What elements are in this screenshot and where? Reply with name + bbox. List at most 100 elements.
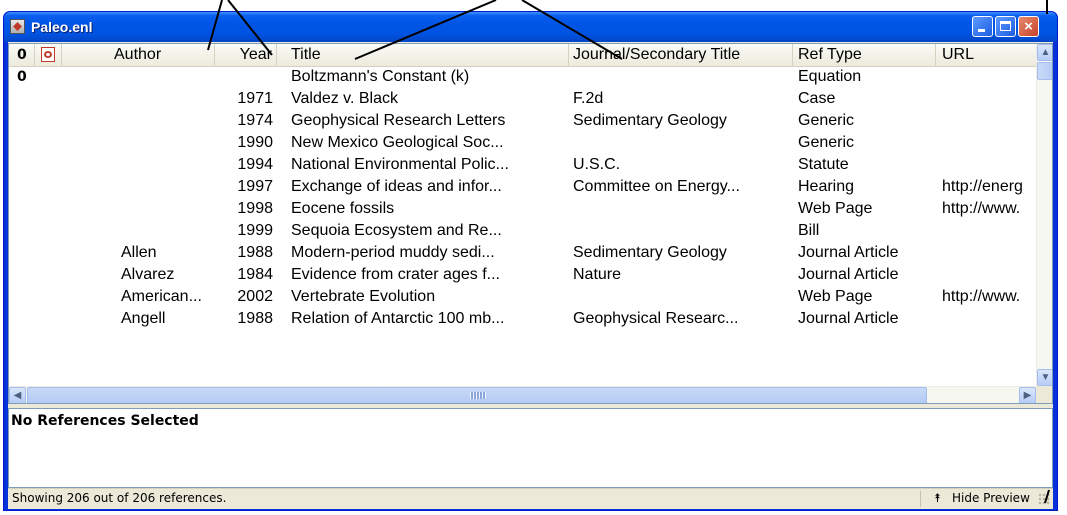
- row-year: 1997: [237, 178, 273, 195]
- close-button[interactable]: ×: [1018, 16, 1039, 37]
- column-header-url[interactable]: URL: [936, 44, 1037, 66]
- row-ref-type: Web Page: [798, 200, 873, 217]
- column-header-ref-type[interactable]: Ref Type: [793, 44, 936, 66]
- column-header-title[interactable]: Title: [277, 44, 569, 66]
- row-url: http://energ: [942, 178, 1023, 195]
- column-header-attachment[interactable]: 0: [9, 44, 35, 66]
- resize-grip-icon[interactable]: [1038, 493, 1050, 505]
- vertical-scrollbar[interactable]: ▲ ▼: [1036, 44, 1052, 386]
- status-divider: [920, 491, 921, 507]
- table-row[interactable]: American... 2002 Vertebrate Evolution Web P…: [9, 286, 1037, 308]
- table-row[interactable]: 1998 Eocene fossils Web Page http://www.: [9, 198, 1037, 220]
- row-ref-type: Bill: [798, 222, 820, 239]
- row-author: American...: [121, 288, 202, 305]
- row-title: Vertebrate Evolution: [291, 288, 436, 305]
- minimize-button[interactable]: [972, 16, 993, 37]
- table-row[interactable]: 1990 New Mexico Geological Soc... Generic: [9, 132, 1037, 154]
- title-bar[interactable]: Paleo.enl ×: [4, 12, 1057, 42]
- row-year: 1988: [237, 310, 273, 327]
- column-header-author[interactable]: Author: [62, 44, 215, 66]
- preview-message: No References Selected: [11, 413, 199, 429]
- row-url: http://www.: [942, 200, 1021, 217]
- table-row[interactable]: Angell 1988 Relation of Antarctic 100 mb..…: [9, 308, 1037, 330]
- row-ref-type: Web Page: [798, 288, 873, 305]
- hide-preview-arrow-icon: ⯭: [934, 491, 942, 505]
- row-author: Angell: [121, 310, 166, 327]
- row-journal: U.S.C.: [573, 156, 621, 173]
- endnote-library-icon[interactable]: [10, 19, 25, 34]
- maximize-button[interactable]: [995, 16, 1016, 37]
- row-ref-type: Journal Article: [798, 310, 899, 327]
- row-title: Valdez v. Black: [291, 90, 399, 107]
- row-ref-type: Journal Article: [798, 244, 899, 261]
- window-title: Paleo.enl: [31, 19, 93, 35]
- row-journal: Committee on Energy...: [573, 178, 740, 195]
- client-area: 0 Author Year Title Journal/Secondary Ti…: [8, 42, 1053, 509]
- row-title: Modern-period muddy sedi...: [291, 244, 495, 261]
- table-row[interactable]: Allen 1988 Modern-period muddy sedi... Sedi…: [9, 242, 1037, 264]
- scrollbar-corner: [1036, 386, 1052, 403]
- row-title: National Environmental Polic...: [291, 156, 509, 173]
- row-title: Relation of Antarctic 100 mb...: [291, 310, 505, 327]
- row-ref-type: Case: [798, 90, 836, 107]
- scroll-down-button[interactable]: ▼: [1037, 369, 1052, 386]
- column-header-journal[interactable]: Journal/Secondary Title: [569, 44, 793, 66]
- row-attachment-icon: 0: [17, 69, 27, 85]
- row-year: 1999: [237, 222, 273, 239]
- row-year: 1971: [237, 90, 273, 107]
- column-header-pdf[interactable]: [35, 44, 62, 66]
- status-bar: Showing 206 out of 206 references. ⯭ Hid…: [8, 488, 1053, 509]
- column-header-year[interactable]: Year: [215, 44, 277, 66]
- row-author: Allen: [121, 244, 157, 261]
- row-journal: Sedimentary Geology: [573, 112, 727, 129]
- row-ref-type: Hearing: [798, 178, 855, 195]
- table-row[interactable]: 0 Boltzmann's Constant (k) Equation: [9, 66, 1037, 88]
- library-window: Paleo.enl × 0 Author Year Title Journal/…: [3, 11, 1058, 511]
- scroll-left-button[interactable]: ◀: [9, 387, 26, 403]
- row-year: 1988: [237, 244, 273, 261]
- table-row[interactable]: 1994 National Environmental Polic... U.S.C…: [9, 154, 1037, 176]
- table-row[interactable]: 1971 Valdez v. Black F.2d Case: [9, 88, 1037, 110]
- row-year: 1974: [237, 112, 273, 129]
- horizontal-scrollbar[interactable]: ◀ ▶: [9, 386, 1036, 403]
- pdf-icon: [41, 47, 55, 62]
- hide-preview-label: Hide Preview: [952, 491, 1030, 505]
- vertical-scroll-thumb[interactable]: [1037, 62, 1052, 80]
- scroll-grip-icon: [470, 392, 486, 399]
- row-year: 1994: [237, 156, 273, 173]
- row-title: Boltzmann's Constant (k): [291, 68, 470, 85]
- table-row[interactable]: Alvarez 1984 Evidence from crater ages f..…: [9, 264, 1037, 286]
- row-ref-type: Statute: [798, 156, 849, 173]
- table-row[interactable]: 1999 Sequoia Ecosystem and Re... Bill: [9, 220, 1037, 242]
- maximize-icon: [1000, 21, 1011, 31]
- preview-pane[interactable]: No References Selected: [8, 408, 1053, 488]
- table-row[interactable]: 1997 Exchange of ideas and infor... Commit…: [9, 176, 1037, 198]
- row-title: Evidence from crater ages f...: [291, 266, 500, 283]
- row-journal: F.2d: [573, 90, 604, 107]
- row-journal: Nature: [573, 266, 622, 283]
- column-header-row: 0 Author Year Title Journal/Secondary Ti…: [9, 44, 1037, 67]
- row-ref-type: Generic: [798, 112, 855, 129]
- table-row[interactable]: 1974 Geophysical Research Letters Sediment…: [9, 110, 1037, 132]
- row-title: Exchange of ideas and infor...: [291, 178, 502, 195]
- row-year: 1998: [237, 200, 273, 217]
- row-ref-type: Equation: [798, 68, 862, 85]
- close-icon: ×: [1024, 18, 1033, 35]
- row-title: Sequoia Ecosystem and Re...: [291, 222, 502, 239]
- row-journal: Geophysical Researc...: [573, 310, 739, 327]
- reference-list[interactable]: 0 Author Year Title Journal/Secondary Ti…: [8, 43, 1053, 404]
- row-year: 1984: [237, 266, 273, 283]
- row-title: Geophysical Research Letters: [291, 112, 506, 129]
- scroll-right-button[interactable]: ▶: [1019, 387, 1036, 403]
- hide-preview-button[interactable]: ⯭ Hide Preview: [926, 489, 1034, 508]
- row-author: Alvarez: [121, 266, 175, 283]
- horizontal-scroll-thumb[interactable]: [27, 387, 927, 403]
- row-title: New Mexico Geological Soc...: [291, 134, 504, 151]
- status-text: Showing 206 out of 206 references.: [12, 491, 227, 505]
- scroll-up-button[interactable]: ▲: [1037, 44, 1052, 61]
- row-ref-type: Generic: [798, 134, 855, 151]
- row-ref-type: Journal Article: [798, 266, 899, 283]
- minimize-icon: [978, 29, 985, 32]
- row-year: 1990: [237, 134, 273, 151]
- row-title: Eocene fossils: [291, 200, 395, 217]
